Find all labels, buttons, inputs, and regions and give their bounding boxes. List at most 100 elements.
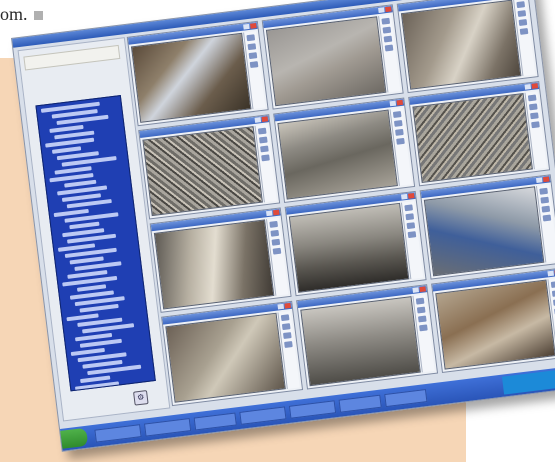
ptz-control-icon[interactable] [396,137,405,145]
ptz-control-icon[interactable] [550,281,555,288]
tile-minimize-button[interactable] [547,270,555,277]
camera-feed[interactable] [435,279,555,370]
ptz-control-icon[interactable] [280,314,290,322]
tile-minimize-button[interactable] [266,210,273,217]
ptz-control-icon[interactable] [272,247,282,255]
camera-feed[interactable] [423,186,545,277]
tile-close-button[interactable] [531,83,539,89]
ptz-control-icon[interactable] [246,34,256,42]
tile-close-button[interactable] [396,99,404,106]
ptz-control-icon[interactable] [382,26,392,34]
camera-tile-4[interactable] [138,114,281,220]
tile-minimize-button[interactable] [243,23,250,30]
ptz-control-icon[interactable] [384,44,394,52]
ptz-control-icon[interactable] [260,145,269,153]
ptz-control-icon[interactable] [519,27,529,35]
ptz-control-icon[interactable] [381,17,391,25]
ptz-control-icon[interactable] [249,61,259,69]
ptz-control-icon[interactable] [516,1,526,9]
tile-close-button[interactable] [250,23,257,29]
taskbar-item[interactable] [94,424,142,443]
camera-feed[interactable] [142,126,263,217]
ptz-control-icon[interactable] [518,19,528,26]
taskbar-item[interactable] [143,418,192,437]
camera-tile-8[interactable] [284,190,427,297]
ptz-control-icon[interactable] [530,112,539,120]
tile-minimize-button[interactable] [389,100,397,107]
tile-close-button[interactable] [385,6,392,13]
ptz-control-icon[interactable] [248,52,258,60]
ptz-control-icon[interactable] [261,154,270,162]
ptz-control-icon[interactable] [517,10,527,18]
tile-close-button[interactable] [261,116,269,123]
camera-tile-5[interactable] [273,97,416,203]
camera-feed[interactable] [400,0,522,90]
tile-close-button[interactable] [419,286,426,293]
ptz-control-icon[interactable] [281,323,291,331]
tile-close-button[interactable] [542,176,550,183]
ptz-control-icon[interactable] [383,35,393,43]
tree-item[interactable] [45,137,94,148]
taskbar-item[interactable] [384,389,428,408]
ptz-control-icon[interactable] [415,297,425,305]
camera-feed[interactable] [130,32,252,123]
tree-item[interactable] [51,146,82,154]
ptz-control-icon[interactable] [540,196,550,204]
camera-feed[interactable] [277,109,398,200]
camera-feed[interactable] [300,296,421,387]
camera-tile-9[interactable] [419,174,555,280]
ptz-control-icon[interactable] [395,128,404,136]
ptz-control-icon[interactable] [542,214,552,222]
tree-item[interactable] [76,284,106,292]
ptz-control-icon[interactable] [404,204,413,212]
ptz-control-icon[interactable] [282,332,292,340]
camera-tile-11[interactable] [296,284,439,390]
camera-tile-1[interactable] [126,20,269,127]
ptz-control-icon[interactable] [407,231,417,239]
ptz-control-icon[interactable] [247,43,257,51]
tile-minimize-button[interactable] [400,193,408,200]
tree-item[interactable] [79,303,119,313]
taskbar-item[interactable] [239,406,287,425]
ptz-control-icon[interactable] [269,220,279,228]
camera-feed[interactable] [265,16,387,107]
ptz-control-icon[interactable] [541,205,551,213]
ptz-control-icon[interactable] [405,213,415,221]
ptz-control-icon[interactable] [419,324,428,332]
ptz-control-icon[interactable] [257,127,267,135]
tile-close-button[interactable] [407,193,415,199]
ptz-control-icon[interactable] [284,341,293,348]
camera-feed[interactable] [153,219,275,310]
camera-tile-7[interactable] [149,207,292,313]
camera-tree[interactable] [35,95,156,392]
tile-close-button[interactable] [272,209,280,216]
tile-minimize-button[interactable] [254,117,262,123]
tile-close-button[interactable] [284,302,291,309]
start-button[interactable] [60,427,89,449]
ptz-control-icon[interactable] [416,306,426,314]
camera-tile-6[interactable] [408,80,551,187]
tile-minimize-button[interactable] [412,287,420,293]
tile-minimize-button[interactable] [524,84,532,90]
ptz-control-icon[interactable] [531,121,540,129]
ptz-control-icon[interactable] [527,94,537,102]
camera-tile-3[interactable] [396,0,539,94]
ptz-control-icon[interactable] [270,229,280,237]
camera-tile-2[interactable] [261,4,404,110]
camera-feed[interactable] [288,202,410,293]
tile-minimize-button[interactable] [277,303,285,310]
camera-feed[interactable] [165,312,286,403]
tile-minimize-button[interactable] [535,177,543,184]
camera-tile-10[interactable] [161,300,304,407]
ptz-control-icon[interactable] [258,136,268,144]
ptz-control-icon[interactable] [539,187,548,195]
ptz-control-icon[interactable] [393,119,403,127]
ptz-control-icon[interactable] [392,111,402,118]
tree-item[interactable] [79,338,122,348]
ptz-control-icon[interactable] [528,103,538,111]
tile-minimize-button[interactable] [378,7,385,14]
ptz-control-icon[interactable] [271,238,281,246]
taskbar-item[interactable] [338,394,382,413]
ptz-control-icon[interactable] [417,315,427,323]
taskbar-item[interactable] [288,400,337,419]
